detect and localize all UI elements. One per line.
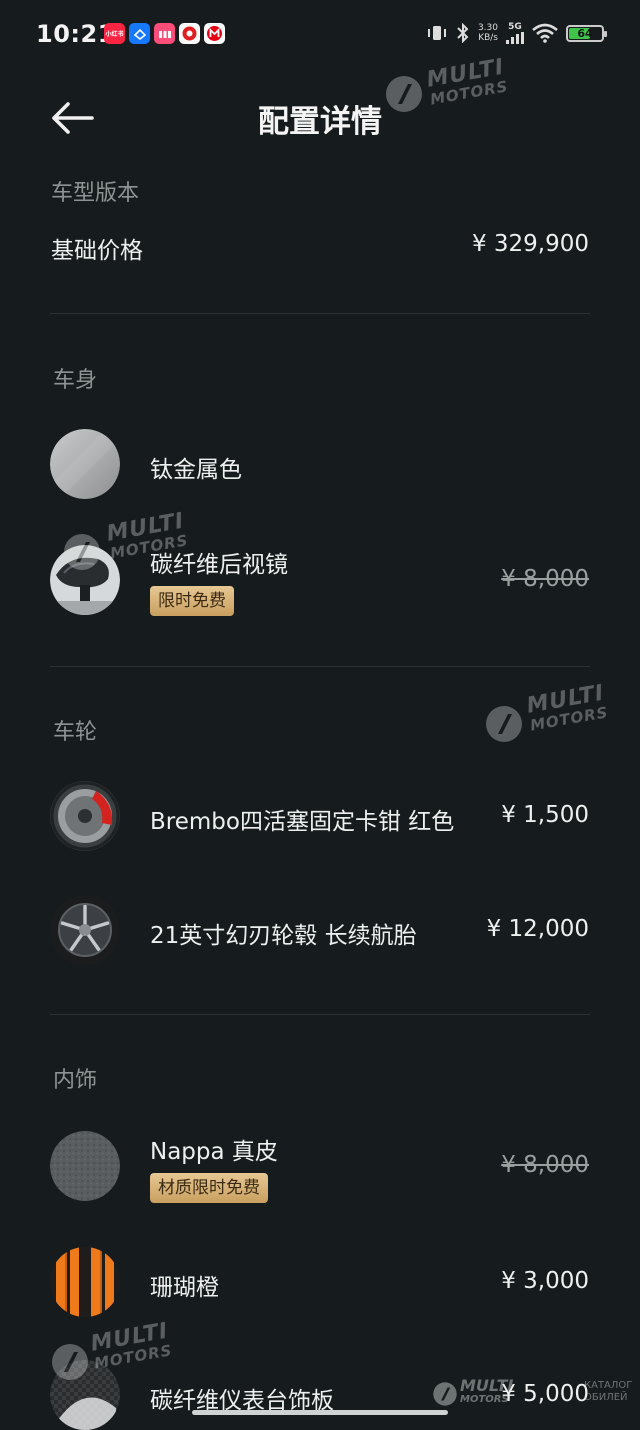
app-icon-m — [204, 23, 225, 44]
watermark-emblem-icon — [52, 1344, 88, 1380]
titanium-paint-thumbnail — [50, 429, 120, 499]
watermark-text-2: MOTORS — [460, 1394, 509, 1405]
vibrate-icon — [427, 26, 446, 40]
divider — [50, 666, 590, 667]
option-label: 珊瑚橙 — [150, 1275, 219, 1301]
wheel-rim-thumbnail — [50, 895, 120, 965]
option-label: Nappa 真皮 — [150, 1139, 278, 1165]
cell-signal: 5G — [506, 22, 524, 44]
section-title-trim: 车型版本 — [51, 181, 140, 206]
promo-badge: 限时免费 — [150, 586, 234, 616]
watermark-emblem-icon — [433, 1382, 457, 1406]
notification-app-icons: 小红书 — [104, 23, 225, 44]
battery-level: 64 — [577, 26, 593, 40]
option-price: ¥ 5,000 — [501, 1381, 589, 1407]
page-title: 配置详情 — [258, 104, 382, 140]
home-indicator[interactable] — [192, 1410, 448, 1415]
promo-badge: 材质限时免费 — [150, 1173, 268, 1203]
wifi-icon — [532, 23, 558, 43]
network-speed-value: 3.30 — [477, 23, 498, 33]
watermark-emblem-icon — [386, 76, 422, 112]
divider — [50, 313, 590, 314]
option-label: 21英寸幻刃轮毂 长续航胎 — [150, 923, 417, 949]
option-price: ¥ 1,500 — [501, 802, 589, 828]
watermark-caption-2: ОБИЛЕЙ — [584, 1392, 628, 1403]
base-price-label: 基础价格 — [51, 238, 143, 264]
xiaohongshu-app-icon: 小红书 — [104, 23, 125, 44]
watermark-caption: КАТАЛОГ — [584, 1380, 633, 1391]
option-original-price: ¥ 8,000 — [501, 566, 589, 592]
option-price: ¥ 3,000 — [501, 1268, 589, 1294]
nappa-leather-thumbnail — [50, 1131, 120, 1201]
bluetooth-icon — [457, 23, 469, 43]
brembo-caliper-thumbnail — [50, 781, 120, 851]
network-type: 5G — [508, 22, 522, 32]
divider — [50, 1014, 590, 1015]
section-title-body: 车身 — [53, 368, 98, 393]
watermark-emblem-icon — [64, 534, 100, 570]
option-label: 钛金属色 — [150, 457, 242, 483]
battery-icon: 64 — [566, 24, 607, 42]
option-label: Brembo四活塞固定卡钳 红色 — [150, 809, 455, 835]
option-original-price: ¥ 8,000 — [501, 1152, 589, 1178]
base-price-value: ¥ 329,900 — [471, 231, 589, 257]
watermark-emblem-icon — [486, 706, 522, 742]
section-title-wheels: 车轮 — [53, 720, 98, 745]
coral-orange-thumbnail — [50, 1247, 120, 1317]
system-indicators: 3.30 KB/s 5G 64 — [426, 22, 607, 44]
status-bar: 10:21 小红书 3.30 KB/s 5G 64 — [0, 0, 640, 68]
signal-bars-icon — [506, 32, 524, 44]
network-speed: 3.30 KB/s — [478, 23, 498, 43]
app-icon-pink — [154, 23, 175, 44]
app-icon-red — [179, 23, 200, 44]
watermark-text: MULTI — [460, 1376, 514, 1395]
option-price: ¥ 12,000 — [486, 916, 589, 942]
network-speed-unit: KB/s — [478, 33, 498, 43]
section-title-interior: 内饰 — [53, 1068, 98, 1093]
app-icon-blue — [129, 23, 150, 44]
